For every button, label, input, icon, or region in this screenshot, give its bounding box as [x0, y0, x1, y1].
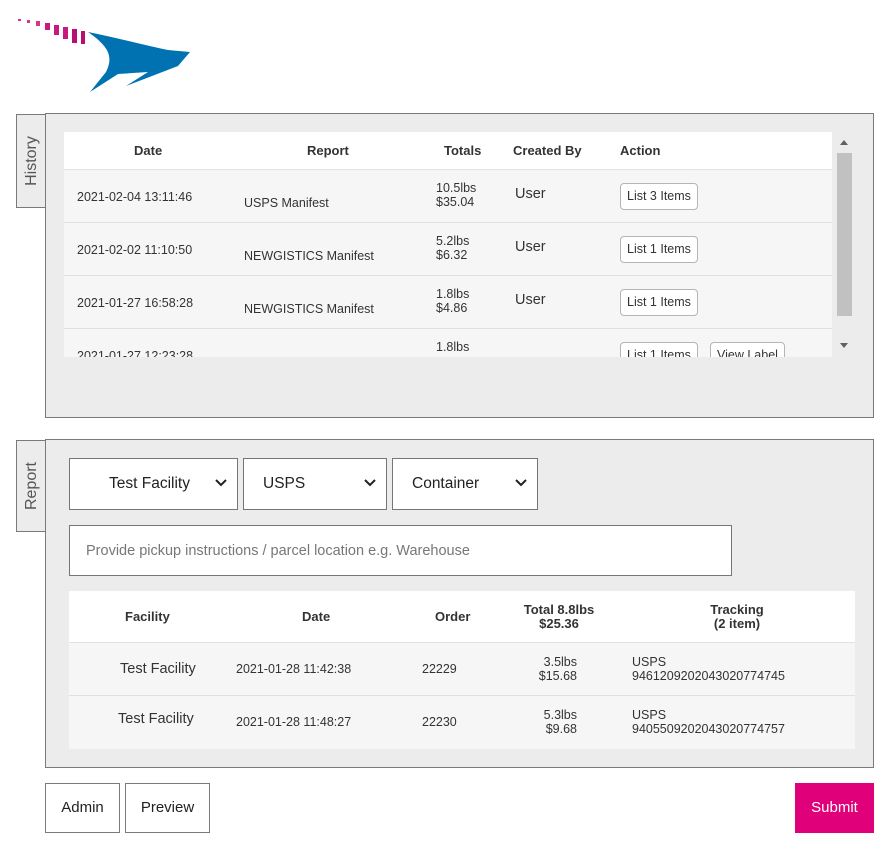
- row-order: 22230: [422, 715, 457, 729]
- carrier-select-value: USPS: [263, 475, 306, 492]
- preview-button[interactable]: Preview: [125, 783, 210, 833]
- report-tab-label: Report: [23, 461, 40, 511]
- row-report: USPS Manifest: [244, 196, 329, 210]
- carrier-select[interactable]: USPS: [243, 458, 387, 510]
- table-row: Test Facility 2021-01-28 11:48:27 22230 …: [69, 696, 855, 749]
- history-tab-label: History: [23, 136, 40, 186]
- col-total: Total 8.8lbs $25.36: [517, 603, 601, 631]
- row-totals: 1.8lbs $4.86: [436, 287, 469, 315]
- row-date: 2021-02-04 13:11:46: [77, 190, 193, 204]
- row-date: 2021-01-28 11:42:38: [236, 662, 352, 676]
- row-date: 2021-01-27 12:23:28: [77, 349, 194, 357]
- table-row: Test Facility 2021-01-28 11:42:38 22229 …: [69, 643, 855, 696]
- chevron-down-icon: [515, 479, 527, 487]
- facility-select[interactable]: Test Facility: [69, 458, 238, 510]
- row-tracking-number: 9461209202043020774745: [632, 669, 785, 683]
- row-created-by: User: [515, 292, 546, 308]
- col-report: Report: [307, 143, 349, 158]
- scroll-down-arrow-icon[interactable]: [840, 343, 848, 348]
- row-weight: 3.5lbs: [543, 655, 577, 669]
- col-created-by: Created By: [513, 143, 582, 158]
- row-created-by: User: [515, 186, 546, 202]
- pickup-instructions-input[interactable]: [69, 525, 732, 576]
- chevron-down-icon: [364, 479, 376, 487]
- row-date: 2021-02-02 11:10:50: [77, 243, 193, 257]
- col-total-weight: Total 8.8lbs: [523, 602, 595, 617]
- report-tab[interactable]: Report: [16, 440, 47, 532]
- chevron-down-icon: [215, 479, 227, 487]
- type-select-value: Container: [412, 475, 480, 492]
- row-weight: 1.8lbs: [436, 287, 470, 301]
- list-items-button[interactable]: List 1 Items: [620, 342, 698, 357]
- table-row: 2021-02-04 13:11:46 USPS Manifest 10.5lb…: [64, 170, 832, 223]
- row-weight: 10.5lbs: [436, 181, 477, 195]
- row-totals: 10.5lbs $35.04: [436, 181, 476, 209]
- row-amount: $9.68: [545, 722, 577, 736]
- row-amount: $35.04: [436, 195, 475, 209]
- col-date: Date: [134, 143, 163, 158]
- col-total-amount: $25.36: [539, 616, 579, 631]
- row-carrier: USPS: [632, 708, 667, 722]
- row-report: NEWGISTICS Manifest: [244, 302, 374, 316]
- row-tracking: USPS 9405509202043020774757: [632, 708, 785, 736]
- facility-select-value: Test Facility: [109, 475, 190, 492]
- view-label-button[interactable]: View Label: [710, 342, 785, 357]
- col-facility: Facility: [125, 609, 170, 624]
- row-carrier: USPS: [632, 655, 667, 669]
- row-totals: 5.3lbs $9.68: [529, 708, 577, 736]
- history-table-header: Date Report Totals Created By Action: [64, 132, 832, 170]
- table-row: 2021-01-27 12:23:28 1.8lbs List 1 Items …: [64, 329, 832, 357]
- col-tracking-count: (2 item): [713, 616, 761, 631]
- scrollbar-thumb[interactable]: [837, 153, 852, 316]
- report-table: Facility Date Order Total 8.8lbs $25.36 …: [69, 591, 855, 749]
- admin-button[interactable]: Admin: [45, 783, 120, 833]
- table-row: 2021-01-27 16:58:28 NEWGISTICS Manifest …: [64, 276, 832, 329]
- row-facility: Test Facility: [120, 661, 196, 677]
- col-date: Date: [302, 609, 331, 624]
- row-created-by: User: [515, 239, 546, 255]
- row-facility: Test Facility: [118, 711, 194, 727]
- list-items-button[interactable]: List 1 Items: [620, 236, 698, 263]
- row-date: 2021-01-28 11:48:27: [236, 715, 352, 729]
- col-tracking: Tracking (2 item): [699, 603, 775, 631]
- row-tracking: USPS 9461209202043020774745: [632, 655, 785, 683]
- row-totals: 3.5lbs $15.68: [529, 655, 577, 683]
- list-items-button[interactable]: List 1 Items: [620, 289, 698, 316]
- row-amount: $15.68: [538, 669, 577, 683]
- row-order: 22229: [422, 662, 457, 676]
- row-totals: 1.8lbs: [436, 340, 469, 354]
- col-totals: Totals: [444, 143, 482, 158]
- col-tracking-label: Tracking: [710, 602, 764, 617]
- table-row: 2021-02-02 11:10:50 NEWGISTICS Manifest …: [64, 223, 832, 276]
- row-tracking-number: 9405509202043020774757: [632, 722, 785, 736]
- row-amount: $4.86: [436, 301, 468, 315]
- list-items-button[interactable]: List 3 Items: [620, 183, 698, 210]
- col-order: Order: [435, 609, 471, 624]
- history-tab[interactable]: History: [16, 114, 47, 208]
- row-weight: 5.3lbs: [543, 708, 577, 722]
- row-amount: $6.32: [436, 248, 468, 262]
- bird-logo-icon: [18, 19, 190, 92]
- row-weight: 1.8lbs: [436, 340, 470, 354]
- type-select[interactable]: Container: [392, 458, 538, 510]
- row-report: NEWGISTICS Manifest: [244, 249, 374, 263]
- row-totals: 5.2lbs $6.32: [436, 234, 469, 262]
- history-scrollbar[interactable]: [835, 132, 854, 357]
- row-weight: 5.2lbs: [436, 234, 470, 248]
- submit-button[interactable]: Submit: [795, 783, 874, 833]
- report-table-header: Facility Date Order Total 8.8lbs $25.36 …: [69, 591, 855, 643]
- row-date: 2021-01-27 16:58:28: [77, 296, 194, 310]
- col-action: Action: [620, 143, 661, 158]
- scroll-up-arrow-icon[interactable]: [840, 140, 848, 145]
- history-table[interactable]: Date Report Totals Created By Action 202…: [64, 132, 856, 357]
